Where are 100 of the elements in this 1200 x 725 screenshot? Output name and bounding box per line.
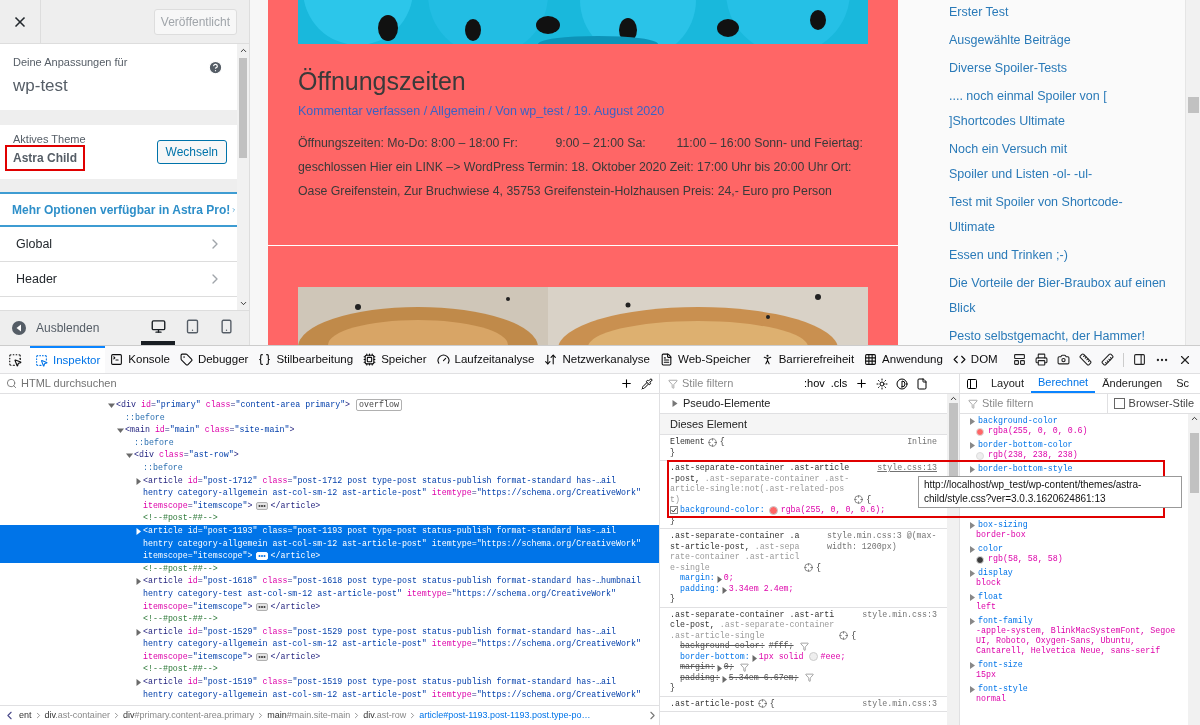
sidebar-link[interactable]: Ausgewählte Beiträge (949, 28, 1071, 53)
crosshair-icon[interactable] (839, 631, 849, 641)
crosshair-icon[interactable] (854, 495, 864, 505)
html-comment[interactable]: <!--#post-##--> (143, 613, 218, 626)
sidebar-link[interactable]: Diverse Spoiler-Tests (949, 56, 1068, 81)
styles-filter-field[interactable]: Stile filtern (682, 375, 792, 392)
crosshair-icon[interactable] (707, 437, 717, 447)
pick-element-icon[interactable] (8, 352, 22, 367)
css-property[interactable]: margin: (680, 662, 715, 673)
html-code[interactable]: <div class="ast-row"> (134, 449, 239, 462)
sidebar-link[interactable]: Die Vorteile der Bier-Braubox auf einen Blick (949, 271, 1166, 321)
expand-arrow-icon[interactable] (720, 586, 728, 594)
html-code[interactable]: <article id="post-1529" class="post-1529 post type-post status-publish format-standard has-…ail (143, 625, 617, 639)
breadcrumb[interactable]: ent (19, 708, 32, 723)
hover-state-toggle[interactable]: :hov (802, 375, 827, 392)
sidebar-link[interactable]: Test mit Spoiler von Shortcode- Ultimate (949, 190, 1123, 240)
html-code[interactable]: hentry category-allgemein ast-col-sm-12 ast-article-post" itemtype="https://schema.org/CreativeWork" (143, 537, 641, 551)
expand-arrow-icon[interactable] (715, 576, 723, 584)
html-code[interactable]: itemscope="itemscope"> (143, 650, 253, 664)
camera-icon[interactable] (1057, 353, 1070, 366)
side-tab[interactable]: Berechnet (1031, 374, 1096, 393)
expand-arrow-icon[interactable] (970, 685, 975, 693)
devtools-tab[interactable]: DOM (947, 346, 1003, 373)
computed-property[interactable]: background-color (978, 416, 1058, 426)
expand-arrow-icon[interactable] (970, 593, 975, 601)
html-code[interactable]: hentry category-allgemein ast-col-sm-12 ast-article-post" itemtype="https://schema.org/CreativeWork" (143, 638, 641, 651)
overflow-badge[interactable]: overflow (356, 399, 402, 412)
computed-property[interactable]: border-bottom-style (978, 464, 1073, 474)
contrast-icon[interactable] (896, 377, 909, 390)
hide-button[interactable]: Ausblenden (0, 319, 100, 337)
html-code[interactable]: itemscope="itemscope"> (143, 550, 253, 563)
sidebar-toggle-icon[interactable] (966, 377, 978, 390)
html-code[interactable]: <article id="post-1519" class="post-1519 post type-post status-publish format-standard has-…ail (143, 676, 617, 689)
source-link[interactable]: style.css:13 (877, 463, 937, 474)
expand-arrow-icon[interactable] (715, 665, 723, 673)
html-comment[interactable]: <!--#post-##--> (143, 562, 218, 576)
color-swatch[interactable] (976, 428, 984, 436)
breadcrumb[interactable]: main#main.site-main (267, 708, 351, 723)
html-code[interactable]: <article id="post-1712" class="post-1712 post type-post status-publish format-standard has-…ail (143, 474, 617, 488)
ruler-icon[interactable] (1079, 353, 1092, 366)
devtools-tab[interactable]: Web-Speicher (655, 346, 756, 373)
declaration-checkbox[interactable] (670, 506, 678, 515)
html-code[interactable]: </article> (270, 550, 321, 563)
scroll-up-icon[interactable] (238, 46, 248, 55)
css-property[interactable]: padding: (680, 672, 720, 683)
computed-filter-field[interactable]: Stile filtern (982, 395, 1082, 412)
sidebar-link[interactable]: Pesto selbstgemacht, der Hammer! (949, 324, 1145, 345)
pseudo-element[interactable]: ::before (143, 461, 183, 475)
css-value[interactable]: #eee; (820, 651, 846, 662)
eyedropper-icon[interactable] (641, 377, 653, 390)
expand-arrow-icon[interactable] (135, 679, 142, 687)
css-value[interactable]: 0; (723, 573, 734, 584)
panels-icon[interactable] (1013, 353, 1026, 366)
source-link[interactable]: style.min.css:3 (862, 609, 937, 620)
css-property[interactable]: margin: (680, 573, 715, 584)
scroll-up-icon[interactable] (1189, 414, 1199, 423)
side-tab[interactable]: Layout (984, 374, 1032, 393)
color-swatch[interactable] (768, 505, 778, 515)
side-tab[interactable]: Sc (1169, 374, 1196, 393)
expand-arrow-icon[interactable] (135, 477, 142, 485)
expand-arrow-icon[interactable] (970, 465, 975, 473)
html-code[interactable]: </article> (270, 650, 321, 664)
color-swatch[interactable] (808, 652, 818, 662)
css-value[interactable]: 1px solid (758, 651, 809, 662)
browser-styles-checkbox[interactable]: Browser-Stile (1107, 395, 1200, 412)
css-value[interactable]: 3.34em 2.4em; (728, 583, 794, 594)
more-icon[interactable] (255, 502, 268, 511)
pro-link[interactable]: Mehr Optionen verfügbar in Astra Pro! (0, 192, 237, 227)
computed-property[interactable]: display (978, 568, 1013, 578)
sidebar-link[interactable]: .... noch einmal Spoiler von [ ]Shortcodes Ultimate (949, 84, 1107, 134)
css-value[interactable]: 5.34em 6.67em; (728, 672, 799, 683)
html-code[interactable]: itemscope="itemscope"> (143, 499, 253, 513)
breadcrumb[interactable]: div#primary.content-area.primary (122, 708, 255, 723)
sidebar-link[interactable]: Noch ein Versuch mit Spoiler und Listen -ol- -ul- (949, 137, 1093, 187)
scrollbar-thumb[interactable] (239, 58, 247, 158)
computed-property[interactable]: font-style (978, 684, 1028, 694)
devtools-tab[interactable]: Anwendung (859, 346, 948, 373)
more-icon[interactable] (255, 602, 268, 611)
printer-icon[interactable] (1035, 353, 1048, 366)
css-value[interactable]: 0; (723, 662, 734, 673)
html-code[interactable]: hentry category-test ast-col-sm-12 ast-article-post" itemtype="https://schema.org/CreativeWork" (143, 587, 617, 601)
computed-property[interactable]: border-bottom-color (978, 440, 1073, 450)
devtools-tab[interactable]: Speicher (358, 346, 432, 373)
expand-arrow-icon[interactable] (126, 452, 133, 460)
html-comment[interactable]: <!--#post-##--> (143, 663, 218, 677)
computed-property[interactable]: float (978, 592, 1003, 602)
html-code[interactable]: <article id="post-1193" class="post-1193 post type-post status-publish format-standard has-…ail (143, 524, 617, 538)
ruler-icon[interactable] (1101, 353, 1114, 366)
devtools-tab[interactable]: Konsole (105, 346, 175, 373)
section-item[interactable]: Header (0, 262, 237, 297)
html-code[interactable]: <article id="post-1618" class="post-1618 post type-post status-publish format-standard has-…humbnail (143, 575, 641, 588)
scroll-down-icon[interactable] (238, 299, 248, 308)
devtools-tab[interactable]: Laufzeitanalyse (431, 346, 540, 373)
expand-arrow-icon[interactable] (970, 521, 975, 529)
breadcrumb[interactable]: div.ast-container (44, 708, 110, 723)
color-swatch[interactable] (976, 556, 984, 564)
expand-arrow-icon[interactable] (970, 545, 975, 553)
devtools-tab[interactable]: Barrierefreiheit (755, 346, 860, 373)
html-code[interactable]: </article> (270, 499, 321, 513)
html-code[interactable]: </article> (270, 600, 321, 614)
